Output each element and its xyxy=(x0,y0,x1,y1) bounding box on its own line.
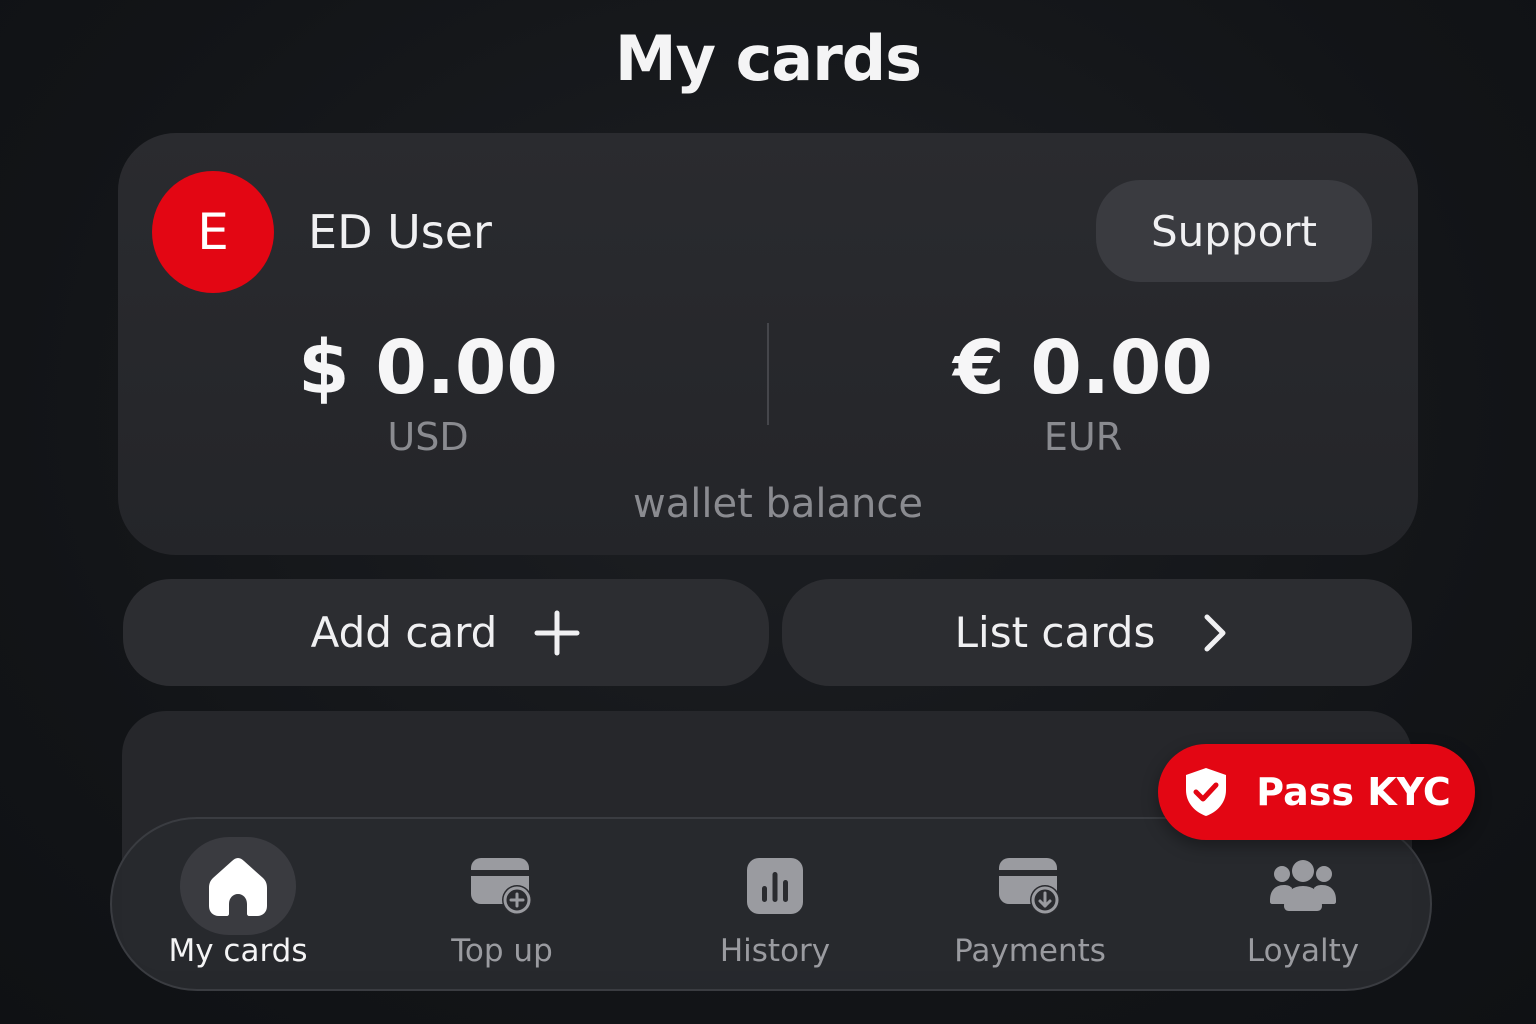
list-cards-button[interactable]: List cards xyxy=(782,579,1412,686)
avatar[interactable]: E xyxy=(152,171,274,293)
usd-currency-label: USD xyxy=(387,415,469,459)
add-card-label: Add card xyxy=(310,608,498,657)
nav-label-loyalty: Loyalty xyxy=(1246,933,1360,969)
nav-label-payments: Payments xyxy=(954,933,1106,969)
app-screen: My cards E ED User Support $ 0.00 USD € … xyxy=(0,0,1536,1024)
nav-item-history[interactable]: History xyxy=(665,819,885,991)
nav-item-payments[interactable]: Payments xyxy=(920,819,1140,991)
user-name: ED User xyxy=(308,205,492,259)
list-cards-label: List cards xyxy=(954,608,1156,657)
page-title: My cards xyxy=(614,22,922,95)
card-plus-icon xyxy=(444,837,560,935)
home-icon xyxy=(180,837,296,935)
bar-chart-icon xyxy=(717,837,833,935)
shield-check-icon xyxy=(1182,766,1230,818)
nav-item-top-up[interactable]: Top up xyxy=(392,819,612,991)
eur-balance: € 0.00 EUR xyxy=(918,325,1248,459)
nav-label-top-up: Top up xyxy=(451,933,553,969)
card-download-icon xyxy=(972,837,1088,935)
nav-label-my-cards: My cards xyxy=(168,933,308,969)
wallet-balance-caption: wallet balance xyxy=(633,481,923,527)
usd-balance: $ 0.00 USD xyxy=(268,325,588,459)
nav-label-history: History xyxy=(719,933,831,969)
balance-divider xyxy=(767,323,769,425)
users-icon xyxy=(1245,837,1361,935)
balance-card: E ED User Support $ 0.00 USD € 0.00 EUR … xyxy=(118,133,1418,555)
usd-amount: $ 0.00 xyxy=(298,325,558,411)
pass-kyc-button[interactable]: Pass KYC xyxy=(1158,744,1475,840)
nav-item-my-cards[interactable]: My cards xyxy=(128,819,348,991)
eur-amount: € 0.00 xyxy=(953,325,1213,411)
add-card-button[interactable]: Add card xyxy=(123,579,769,686)
eur-currency-label: EUR xyxy=(1043,415,1123,459)
nav-item-loyalty[interactable]: Loyalty xyxy=(1193,819,1413,991)
bottom-nav: My cards Top up History Payments Loyalty xyxy=(110,817,1432,991)
pass-kyc-label: Pass KYC xyxy=(1256,770,1451,814)
plus-icon xyxy=(533,609,581,657)
chevron-right-icon xyxy=(1191,609,1239,657)
support-button[interactable]: Support xyxy=(1096,180,1372,282)
